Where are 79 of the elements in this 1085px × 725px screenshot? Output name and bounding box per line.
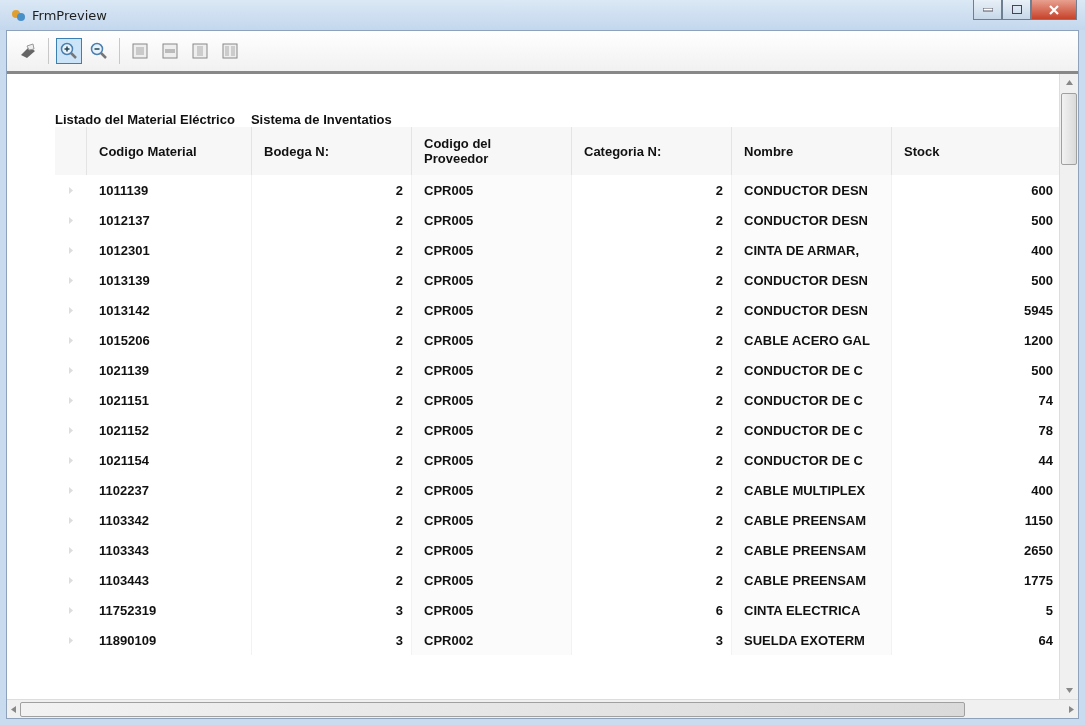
table-cell: CPR005: [412, 565, 572, 595]
table-cell: CPR002: [412, 625, 572, 655]
maximize-button[interactable]: [1002, 0, 1031, 20]
table-cell: CONDUCTOR DE C: [732, 385, 892, 415]
minimize-button[interactable]: [973, 0, 1002, 20]
row-indicator-icon: [69, 336, 73, 344]
row-indicator-icon: [69, 306, 73, 314]
table-cell: CPR005: [412, 535, 572, 565]
zoom-out-icon: [90, 42, 108, 60]
close-icon: [1049, 4, 1059, 15]
single-page-icon: [192, 43, 208, 59]
table-cell: CABLE PREENSAM: [732, 505, 892, 535]
column-header: Nombre: [732, 127, 892, 175]
table-cell: CPR005: [412, 265, 572, 295]
minimize-icon: [982, 7, 993, 12]
column-header: Codigo Material: [87, 127, 252, 175]
scroll-right-icon[interactable]: [1069, 705, 1074, 713]
table-cell: CPR005: [412, 175, 572, 205]
table-cell: CABLE PREENSAM: [732, 565, 892, 595]
report-title: Listado del Material Eléctrico: [55, 112, 235, 127]
row-indicator-icon: [69, 546, 73, 554]
table-cell: CONDUCTOR DE C: [732, 415, 892, 445]
toolbar-button[interactable]: [56, 38, 82, 64]
table-cell: CPR005: [412, 475, 572, 505]
row-indicator-icon: [69, 456, 73, 464]
table-cell: CONDUCTOR DESN: [732, 295, 892, 325]
table-cell: CABLE PREENSAM: [732, 535, 892, 565]
table-cell: CINTA ELECTRICA: [732, 595, 892, 625]
table-cell: CPR005: [412, 415, 572, 445]
scroll-up-icon[interactable]: [1065, 80, 1073, 85]
zoom-in-icon: [60, 42, 78, 60]
scroll-left-icon[interactable]: [11, 705, 16, 713]
vertical-scrollbar-thumb[interactable]: [1061, 93, 1077, 165]
row-indicator-icon: [69, 606, 73, 614]
row-indicator-icon: [69, 396, 73, 404]
window-title: FrmPreview: [32, 7, 108, 23]
row-indicator-icon: [69, 246, 73, 254]
fit-width-icon: [162, 43, 178, 59]
row-indicator-icon: [69, 426, 73, 434]
row-indicator-icon: [69, 366, 73, 374]
table-cell: CPR005: [412, 295, 572, 325]
table-cell: CPR005: [412, 235, 572, 265]
header-corner: [55, 127, 87, 175]
close-button[interactable]: [1031, 0, 1077, 20]
table-cell: CONDUCTOR DESN: [732, 175, 892, 205]
app-icon: [10, 7, 26, 23]
report-subtitle: Sistema de Inventatios: [250, 112, 392, 127]
column-header: Bodega N:: [252, 127, 412, 175]
table-cell: CPR005: [412, 205, 572, 235]
table-cell: CONDUCTOR DESN: [732, 265, 892, 295]
table-cell: CONDUCTOR DESN: [732, 205, 892, 235]
table-cell: CONDUCTOR DE C: [732, 445, 892, 475]
table-cell: CPR005: [412, 385, 572, 415]
table-cell: SUELDA EXOTERM: [732, 625, 892, 655]
row-indicator-icon: [69, 636, 73, 644]
row-indicator-icon: [69, 576, 73, 584]
table-cell: CABLE MULTIPLEX: [732, 475, 892, 505]
table-cell: CINTA DE ARMAR,: [732, 235, 892, 265]
table-cell: CPR005: [412, 595, 572, 625]
column-header: Codigo del Proveedor: [412, 127, 572, 175]
table-cell: CONDUCTOR DE C: [732, 355, 892, 385]
column-header: Stock: [892, 127, 1062, 175]
table-cell: CPR005: [412, 505, 572, 535]
horizontal-scrollbar-thumb[interactable]: [20, 701, 965, 717]
row-indicator-icon: [69, 216, 73, 224]
row-indicator-icon: [69, 186, 73, 194]
column-header: Categoria N:: [572, 127, 732, 175]
scroll-down-icon[interactable]: [1065, 688, 1073, 693]
row-indicator-icon: [69, 516, 73, 524]
fit-page-icon: [132, 43, 148, 59]
table-cell: CPR005: [412, 445, 572, 475]
printer-icon: [19, 43, 37, 59]
row-indicator-icon: [69, 276, 73, 284]
maximize-icon: [1011, 5, 1022, 14]
table-cell: CPR005: [412, 325, 572, 355]
table-cell: CPR005: [412, 355, 572, 385]
row-indicator-icon: [69, 486, 73, 494]
two-pages-icon: [222, 43, 238, 59]
table-cell: CABLE ACERO GAL: [732, 325, 892, 355]
